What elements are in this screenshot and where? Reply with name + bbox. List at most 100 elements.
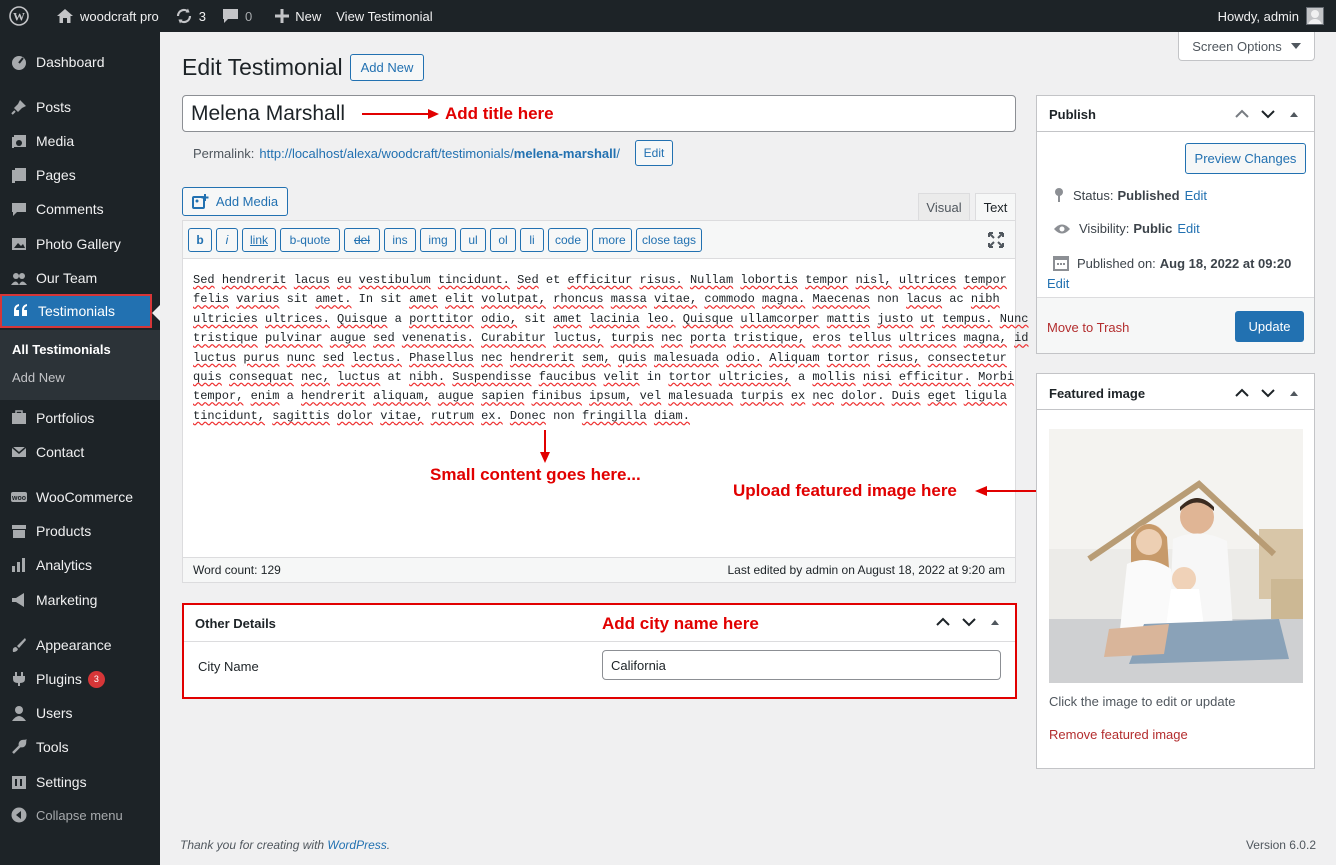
sidebar-item-portfolios[interactable]: Portfolios (0, 401, 160, 435)
edit-visibility-link[interactable]: Edit (1177, 221, 1199, 236)
admin-bar: W woodcraft pro 3 0 New View Testimonial… (0, 0, 1336, 32)
updates-count: 3 (198, 8, 206, 24)
submenu-add-new[interactable]: Add New (12, 370, 65, 385)
permalink-link[interactable]: http://localhost/alexa/woodcraft/testimo… (259, 146, 620, 161)
quicktag-code[interactable]: code (548, 228, 588, 252)
family-photo-image (1049, 429, 1303, 683)
sidebar-item-label: Photo Gallery (36, 236, 121, 252)
sidebar-item-label: Posts (36, 99, 72, 115)
updates-link[interactable]: 3 (166, 0, 213, 32)
chevron-up-icon[interactable] (1234, 388, 1250, 398)
footer-thanks-suffix: . (386, 838, 391, 852)
edit-status-link[interactable]: Edit (1185, 188, 1207, 203)
quicktag-ins[interactable]: ins (384, 228, 416, 252)
chevron-down-icon[interactable] (1260, 109, 1276, 119)
svg-text:W: W (13, 10, 25, 24)
avatar (1306, 7, 1324, 25)
sidebar-item-woocommerce[interactable]: woo WooCommerce (0, 480, 160, 514)
quicktag-close-tags[interactable]: close tags (636, 228, 702, 252)
other-details-title: Other Details (195, 616, 276, 631)
sidebar-item-plugins[interactable]: Plugins 3 (0, 662, 160, 696)
sidebar-item-tools[interactable]: Tools (0, 730, 160, 764)
post-title-input[interactable] (182, 95, 1016, 132)
sidebar-item-contact[interactable]: Contact (0, 435, 160, 469)
sidebar-item-comments[interactable]: Comments (0, 192, 160, 226)
fullscreen-icon[interactable] (988, 232, 1004, 248)
add-media-label: Add Media (215, 194, 279, 209)
sidebar-item-users[interactable]: Users (0, 696, 160, 730)
sidebar-item-appearance[interactable]: Appearance (0, 628, 160, 662)
chevron-down-icon[interactable] (1260, 388, 1276, 398)
new-label: New (295, 8, 322, 24)
site-name-link[interactable]: woodcraft pro (42, 0, 166, 32)
quicktag-ul[interactable]: ul (460, 228, 486, 252)
update-button[interactable]: Update (1235, 311, 1304, 342)
permalink-label: Permalink: (193, 146, 255, 161)
content-textarea[interactable]: Sed hendrerit lacus eu vestibulum tincid… (193, 271, 1029, 426)
move-to-trash-link[interactable]: Move to Trash (1047, 320, 1129, 335)
edit-date-link[interactable]: Edit (1047, 276, 1069, 291)
sidebar-item-settings[interactable]: Settings (0, 765, 160, 799)
featured-image-header: Featured image (1037, 374, 1314, 410)
view-testimonial-link[interactable]: View Testimonial (328, 0, 439, 32)
toggle-panel-icon[interactable] (1286, 388, 1302, 398)
quicktag-del[interactable]: del (344, 228, 380, 252)
sidebar-item-pages[interactable]: Pages (0, 158, 160, 192)
tab-text[interactable]: Text (975, 193, 1016, 221)
quicktag-i[interactable]: i (216, 228, 238, 252)
updates-icon (176, 8, 191, 24)
other-details-controls (935, 617, 1003, 627)
city-name-input[interactable] (602, 650, 1001, 680)
caret-down-icon (1290, 43, 1301, 49)
chevron-up-icon[interactable] (935, 617, 951, 627)
account-menu[interactable]: Howdy, admin (1218, 7, 1336, 25)
quicktag-more[interactable]: more (592, 228, 632, 252)
text-editor: b i link b-quote del ins img ul ol li code more clos… (182, 220, 1029, 583)
sidebar-item-label: Media (36, 133, 75, 149)
featured-image-thumbnail[interactable] (1049, 429, 1303, 683)
edit-permalink-button[interactable]: Edit (635, 140, 673, 166)
sidebar-item-our-team[interactable]: Our Team (0, 261, 160, 295)
tab-visual[interactable]: Visual (918, 193, 970, 221)
collapse-menu-button[interactable]: Collapse menu (0, 798, 160, 832)
quicktag-ol[interactable]: ol (490, 228, 516, 252)
sidebar-item-dashboard[interactable]: Dashboard (0, 45, 160, 79)
add-media-button[interactable]: Add Media (182, 187, 288, 216)
submenu-all-testimonials[interactable]: All Testimonials (12, 342, 111, 357)
quicktag-img[interactable]: img (420, 228, 456, 252)
sidebar-item-marketing[interactable]: Marketing (0, 583, 160, 617)
toggle-panel-icon[interactable] (1286, 109, 1302, 119)
wp-logo-menu[interactable]: W (0, 0, 42, 32)
comments-link[interactable]: 0 (213, 0, 259, 32)
chevron-up-icon[interactable] (1234, 109, 1250, 119)
quicktag-b-quote[interactable]: b-quote (280, 228, 340, 252)
quicktag-b[interactable]: b (188, 228, 212, 252)
content-line: felis varius sit amet. In sit amet elit … (193, 292, 1000, 307)
toggle-panel-icon[interactable] (987, 617, 1003, 627)
sidebar-item-testimonials[interactable]: Testimonials (0, 294, 160, 328)
preview-changes-button[interactable]: Preview Changes (1185, 143, 1306, 174)
add-new-button[interactable]: Add New (350, 54, 424, 81)
screen-options-label: Screen Options (1192, 38, 1282, 54)
sidebar-item-photo-gallery[interactable]: Photo Gallery (0, 227, 160, 261)
footer-version: Version 6.0.2 (1245, 838, 1316, 852)
remove-featured-image-link[interactable]: Remove featured image (1049, 727, 1188, 742)
screen-options-button[interactable]: Screen Options (1178, 32, 1315, 61)
wordpress-link[interactable]: WordPress (327, 838, 386, 852)
collapse-menu-label: Collapse menu (36, 807, 123, 823)
publish-title: Publish (1049, 107, 1096, 122)
new-content-link[interactable]: New (259, 0, 328, 32)
featured-image-box: Featured image Click the image to edit o… (1036, 373, 1315, 769)
sidebar-item-products[interactable]: Products (0, 514, 160, 548)
woo-icon: woo (0, 489, 36, 505)
sidebar-item-media[interactable]: Media (0, 124, 160, 158)
quicktag-link[interactable]: link (242, 228, 276, 252)
sidebar-item-posts[interactable]: Posts (0, 90, 160, 124)
chevron-down-icon[interactable] (961, 617, 977, 627)
quicktag-li[interactable]: li (520, 228, 544, 252)
visibility-value: Public (1133, 221, 1173, 236)
collapse-icon (11, 807, 27, 823)
sidebar-item-analytics[interactable]: Analytics (0, 548, 160, 582)
status-row: Status: Published Edit (1053, 187, 1207, 203)
last-edited: Last edited by admin on August 18, 2022 … (727, 563, 1005, 577)
